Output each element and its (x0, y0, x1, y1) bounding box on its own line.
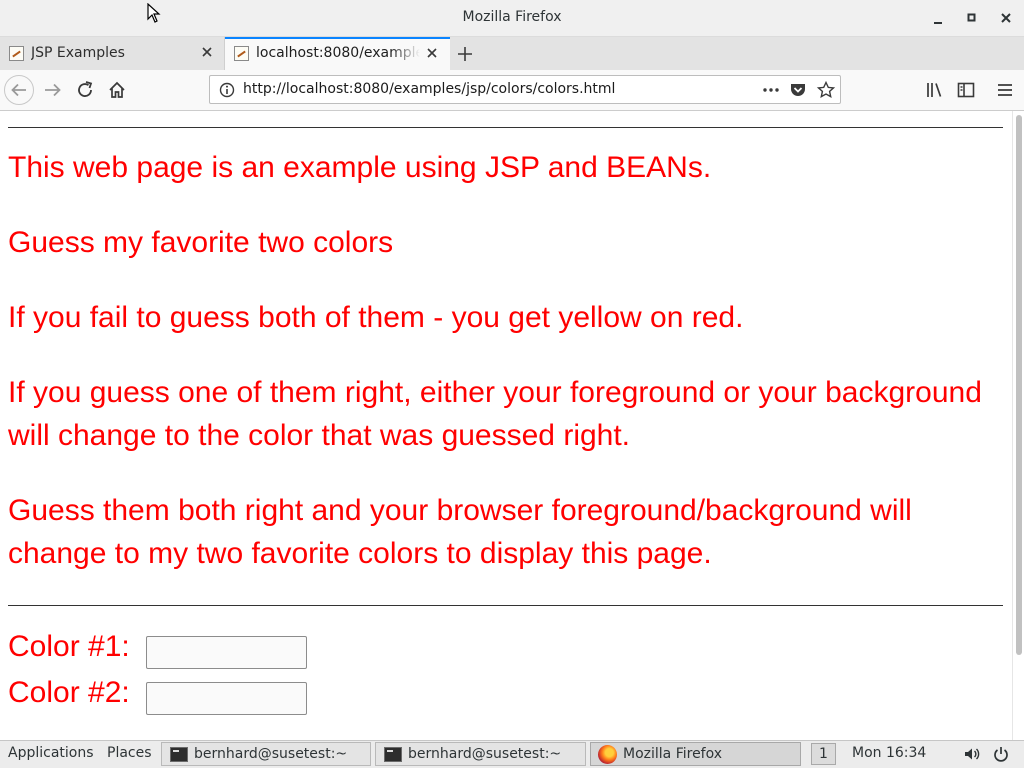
bookmark-star-icon[interactable] (816, 80, 836, 100)
window-title-bar[interactable]: Mozilla Firefox (0, 0, 1024, 37)
mouse-pointer-icon (147, 3, 161, 23)
forward-button[interactable] (40, 77, 66, 103)
site-info-icon[interactable] (218, 81, 236, 99)
gnome-taskbar: Applications Places bernhard@susetest:~ … (0, 740, 1024, 768)
new-tab-icon[interactable] (455, 44, 475, 64)
home-icon (109, 81, 125, 98)
workspace-switcher[interactable]: 1 (811, 743, 836, 765)
guess-heading: Guess my favorite two colors (8, 226, 394, 259)
sidebar-icon (957, 82, 975, 98)
url-bar[interactable]: http://localhost:8080/examples/jsp/color… (209, 75, 841, 104)
color2-label: Color #2: (8, 676, 130, 709)
both-right-paragraph: Guess them both right and your browser f… (8, 494, 912, 570)
color1-label: Color #1: (8, 630, 130, 663)
maximize-icon (967, 13, 976, 22)
volume-icon[interactable] (962, 744, 982, 764)
menu-button[interactable] (992, 77, 1018, 103)
clock[interactable]: Mon 16:34 (852, 745, 926, 761)
terminal-icon (170, 747, 188, 762)
hamburger-menu-icon (998, 84, 1012, 96)
color1-input[interactable] (146, 636, 307, 669)
taskbar-item-label: Mozilla Firefox (623, 746, 723, 762)
close-icon (1001, 13, 1011, 23)
places-menu[interactable]: Places (107, 745, 152, 761)
terminal-icon (384, 747, 402, 762)
taskbar-item-firefox[interactable]: Mozilla Firefox (590, 742, 801, 766)
home-button[interactable] (104, 77, 130, 103)
reload-button[interactable] (72, 77, 98, 103)
taskbar-item-label: bernhard@susetest:~ (194, 746, 348, 762)
url-text[interactable]: http://localhost:8080/examples/jsp/color… (243, 81, 615, 97)
library-icon (927, 83, 942, 97)
page-content: This web page is an example using JSP an… (0, 111, 1012, 740)
minimize-button[interactable] (926, 6, 950, 30)
taskbar-item-terminal-1[interactable]: bernhard@susetest:~ (161, 742, 371, 766)
minimize-icon (934, 22, 942, 24)
library-button[interactable] (921, 77, 947, 103)
tab-label: localhost:8080/examples/jsp/colors/color… (256, 45, 420, 61)
tomcat-favicon-icon (9, 46, 24, 61)
arrow-right-icon (45, 83, 61, 97)
tab-strip: JSP Examples localhost:8080/examples/jsp… (0, 37, 1024, 70)
applications-menu[interactable]: Applications (8, 745, 94, 761)
taskbar-item-terminal-2[interactable]: bernhard@susetest:~ (375, 742, 586, 766)
tab-label: JSP Examples (31, 45, 125, 61)
tab-close-icon[interactable] (425, 46, 439, 60)
fail-paragraph: If you fail to guess both of them - you … (8, 301, 744, 334)
arrow-left-icon (11, 83, 26, 97)
tab-colors[interactable]: localhost:8080/examples/jsp/colors/color… (225, 37, 450, 70)
tab-jsp-examples[interactable]: JSP Examples (0, 37, 225, 70)
navigation-toolbar: http://localhost:8080/examples/jsp/color… (0, 70, 1024, 111)
taskbar-item-label: bernhard@susetest:~ (408, 746, 562, 762)
scrollbar-thumb[interactable] (1016, 115, 1022, 655)
firefox-icon (598, 745, 617, 764)
horizontal-rule (8, 605, 1003, 606)
horizontal-rule (8, 127, 1003, 128)
color2-input[interactable] (146, 682, 307, 715)
intro-paragraph: This web page is an example using JSP an… (8, 151, 712, 184)
tab-close-icon[interactable] (200, 45, 214, 59)
tomcat-favicon-icon (234, 46, 249, 61)
sidebar-button[interactable] (953, 77, 979, 103)
back-button[interactable] (4, 75, 34, 105)
reload-icon (78, 81, 93, 97)
maximize-button[interactable] (960, 6, 984, 30)
page-actions-icon[interactable] (761, 80, 781, 100)
pocket-icon[interactable] (788, 80, 808, 100)
power-icon[interactable] (991, 744, 1011, 764)
vertical-scrollbar[interactable] (1012, 111, 1024, 740)
close-window-button[interactable] (994, 6, 1018, 30)
one-right-paragraph: If you guess one of them right, either y… (8, 376, 982, 452)
